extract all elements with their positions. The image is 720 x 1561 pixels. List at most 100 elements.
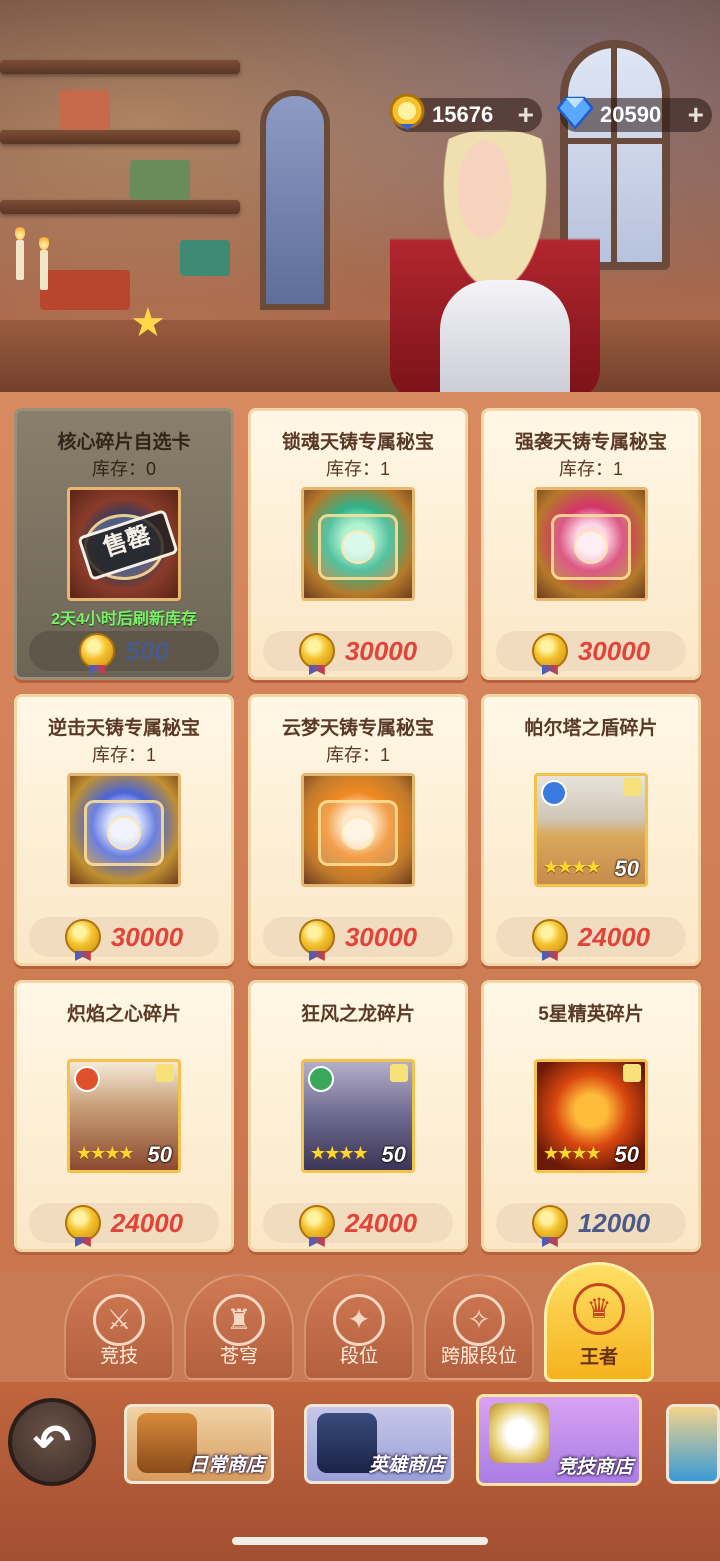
item-price: 12000 [577, 1207, 651, 1238]
gold-medal-icon [64, 919, 101, 955]
tab-label: 苍穹 [219, 1346, 258, 1367]
orange-treasure-chest-icon [301, 773, 415, 887]
candle-flame [15, 224, 25, 240]
fire-element-icon [74, 1066, 100, 1092]
item-stock: 库存：1 [91, 745, 156, 765]
gold-medal-icon [298, 919, 335, 955]
shop-tab-label: 英雄商店 [368, 1455, 445, 1476]
gold-coin-icon [389, 93, 425, 130]
elite-mask-fragment-icon: ★★★★ 50 [534, 1059, 648, 1173]
gold-medal-icon [531, 1205, 568, 1241]
price-tag: 500 [29, 631, 219, 671]
price-tag: 24000 [29, 1203, 219, 1243]
gift-box [180, 240, 230, 276]
shop-navigation-bar: ↶ 日常商店 英雄商店 竞技商店 [0, 1382, 720, 1561]
shelf [0, 130, 240, 144]
rank-emblem-icon: ✦ [333, 1294, 385, 1346]
item-stock: 库存：1 [325, 459, 390, 479]
home-indicator[interactable] [232, 1537, 488, 1545]
item-title: 逆击天铸专属秘宝 [47, 718, 200, 739]
price-tag: 30000 [263, 631, 453, 671]
item-title: 云梦天铸专属秘宝 [281, 718, 434, 739]
fragment-count: 50 [147, 1142, 172, 1167]
tab-label: 竞技 [99, 1346, 138, 1367]
fragment-count: 50 [614, 856, 639, 881]
next-shop-tab[interactable] [666, 1404, 720, 1484]
shelf [0, 60, 240, 74]
star-rating: ★★★★ [543, 857, 602, 877]
price-tag: 30000 [496, 631, 686, 671]
item-price: 30000 [110, 921, 184, 952]
star-rating: ★★★★ [310, 1143, 369, 1163]
star-rating: ★★★★ [543, 1143, 602, 1163]
back-button[interactable]: ↶ [8, 1398, 96, 1486]
item-stock: 库存：1 [325, 745, 390, 765]
gift-box [130, 160, 190, 200]
gold-medal-icon [298, 633, 335, 669]
shop-category-tabs: ⚔ 竞技 ♜ 苍穹 ✦ 段位 ✧ 跨服段位 ♛ 王者 [0, 1262, 720, 1382]
add-gems-button[interactable]: + [688, 101, 704, 129]
star-rating: ★★★★ [76, 1143, 135, 1163]
price-tag: 24000 [496, 917, 686, 957]
shelf [0, 200, 240, 214]
item-title: 锁魂天铸专属秘宝 [281, 432, 434, 453]
shop-item-card[interactable]: 强袭天铸专属秘宝 库存：1 30000 [481, 408, 701, 680]
hero-shop-tab[interactable]: 英雄商店 [304, 1404, 454, 1484]
shop-item-card[interactable]: 帕尔塔之盾碎片 ★★★★ 50 24000 [481, 694, 701, 966]
item-title: 狂风之龙碎片 [300, 1004, 415, 1025]
shop-item-card[interactable]: 炽焰之心碎片 ★★★★ 50 24000 [14, 980, 234, 1252]
gold-amount: 15676 [432, 102, 494, 127]
price-tag: 12000 [496, 1203, 686, 1243]
item-price: 500 [125, 635, 169, 666]
candle [40, 250, 48, 290]
blue-treasure-chest-icon [67, 773, 181, 887]
hero-fragment-portrait-icon: ★★★★ 50 [301, 1059, 415, 1173]
gold-medal-icon [531, 919, 568, 955]
item-title: 帕尔塔之盾碎片 [524, 718, 658, 739]
item-title: 5星精英碎片 [538, 1004, 644, 1025]
shop-item-card[interactable]: 云梦天铸专属秘宝 库存：1 30000 [248, 694, 468, 966]
tab-label: 王者 [579, 1347, 618, 1368]
gold-medal-icon [64, 1205, 101, 1241]
item-price: 24000 [344, 1207, 418, 1238]
tab-sky[interactable]: ♜ 苍穹 [184, 1274, 294, 1380]
shop-item-card[interactable]: 核心碎片自选卡 库存：0 售罄 2天4小时后刷新库存 500 [14, 408, 234, 680]
crossed-swords-icon: ⚔ [93, 1294, 145, 1346]
red-treasure-chest-icon [534, 487, 648, 601]
gold-medal-icon [531, 633, 568, 669]
shop-tab-label: 日常商店 [188, 1455, 265, 1476]
daily-shop-tab[interactable]: 日常商店 [124, 1404, 274, 1484]
item-stock: 库存：1 [558, 459, 623, 479]
gift-box [40, 270, 130, 310]
item-stock: 库存：0 [91, 459, 156, 479]
tab-rank[interactable]: ✦ 段位 [304, 1274, 414, 1380]
add-gold-button[interactable]: + [518, 101, 534, 129]
item-price: 30000 [577, 635, 651, 666]
shop-item-card[interactable]: 锁魂天铸专属秘宝 库存：1 30000 [248, 408, 468, 680]
gold-currency: 15676 + [389, 93, 542, 132]
shop-item-card[interactable]: 5星精英碎片 ★★★★ 50 12000 [481, 980, 701, 1252]
tab-label: 段位 [339, 1346, 378, 1367]
item-price: 24000 [577, 921, 651, 952]
arched-door [260, 90, 330, 310]
gem-amount: 20590 [600, 102, 662, 127]
tab-king[interactable]: ♛ 王者 [544, 1262, 654, 1382]
tab-cross-server-rank[interactable]: ✧ 跨服段位 [424, 1274, 534, 1380]
shop-background-scene: ★ [0, 0, 720, 400]
item-price: 24000 [110, 1207, 184, 1238]
arena-shop-tab[interactable]: 竞技商店 [476, 1394, 642, 1486]
desk [0, 320, 720, 400]
tab-label: 跨服段位 [440, 1346, 517, 1367]
shopkeeper-dress [440, 280, 570, 400]
core-fragment-card-icon: 售罄 [67, 487, 181, 601]
hero-fragment-portrait-icon: ★★★★ 50 [534, 773, 648, 887]
price-tag: 24000 [263, 1203, 453, 1243]
candle [16, 240, 24, 280]
shop-item-card[interactable]: 逆击天铸专属秘宝 库存：1 30000 [14, 694, 234, 966]
fragment-count: 50 [614, 1142, 639, 1167]
wind-element-icon [308, 1066, 334, 1092]
shop-item-card[interactable]: 狂风之龙碎片 ★★★★ 50 24000 [248, 980, 468, 1252]
diamond-icon [556, 96, 594, 130]
tab-arena[interactable]: ⚔ 竞技 [64, 1274, 174, 1380]
item-title: 炽焰之心碎片 [66, 1004, 181, 1025]
